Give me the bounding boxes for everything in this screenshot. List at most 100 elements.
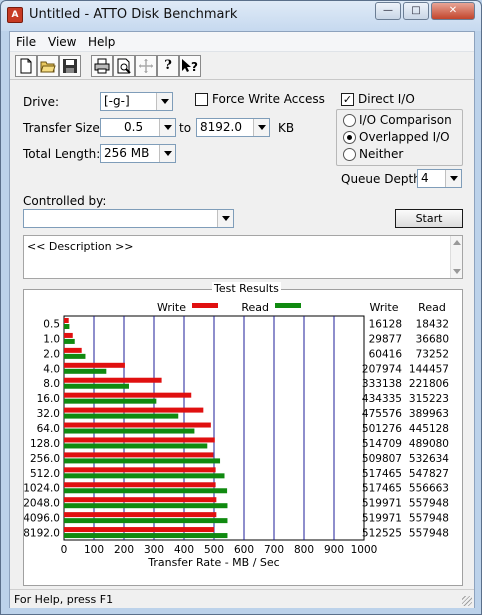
write-value-label: 16128 [369,318,402,330]
chevron-down-icon[interactable] [253,119,269,136]
y-tick-label: 256.0 [30,453,60,465]
bar-read [64,473,225,479]
menu-view[interactable]: View [48,35,76,49]
column-header-write: Write [369,301,398,314]
transfer-max-select[interactable]: 8192.0 [196,118,270,137]
total-length-label: Total Length: [23,147,101,161]
help-icon[interactable]: ? [157,55,179,77]
drive-select[interactable]: [-g-] [100,92,173,111]
force-write-checkbox[interactable] [195,93,208,106]
results-title: Test Results [212,282,281,295]
write-value-label: 514709 [362,438,402,450]
bar-read [64,458,221,464]
read-value-label: 389963 [409,408,449,420]
start-button[interactable]: Start [395,209,463,228]
close-button[interactable]: ✕ [431,2,475,20]
neither-radio[interactable] [343,148,356,161]
menu-file[interactable]: File [16,35,36,49]
move-icon[interactable] [135,55,157,77]
transfer-min-select[interactable]: 0.5 [100,118,176,137]
write-value-label: 519971 [362,498,402,510]
x-tick-label: 0 [61,544,68,556]
drive-label: Drive: [23,95,60,109]
transfer-min-value: 0.5 [124,120,144,134]
title-bar[interactable]: A Untitled - ATTO Disk Benchmark — □ ✕ [1,1,481,31]
maximize-button[interactable]: □ [403,2,429,20]
scroll-down-icon[interactable] [453,269,461,274]
bar-write [64,318,69,323]
total-length-select[interactable]: 256 MB [100,144,176,163]
bar-write [64,452,214,458]
read-value-label: 489080 [409,438,449,450]
chevron-down-icon[interactable] [159,145,175,162]
x-tick-label: 300 [144,544,164,556]
description-textarea[interactable]: << Description >> [23,235,463,279]
bar-write [64,497,217,503]
results-chart: Write Read Write Read 0 100 200 300 400 500 600 700… [23,301,449,569]
y-tick-label: 128.0 [30,438,60,450]
bar-write [64,362,125,368]
y-tick-label: 64.0 [37,423,60,435]
neither-label: Neither [359,147,404,161]
chevron-down-icon[interactable] [217,210,233,227]
y-tick-label: 2048.0 [24,498,60,510]
direct-io-checkbox[interactable]: ✓ [341,93,354,106]
window-title: Untitled - ATTO Disk Benchmark [29,7,238,22]
transfer-max-value: 8192.0 [200,120,242,134]
context-help-icon[interactable]: ? [179,55,201,77]
y-tick-label: 4096.0 [24,513,60,525]
x-tick-label: 200 [114,544,134,556]
print-preview-icon[interactable] [113,55,135,77]
scroll-up-icon[interactable] [453,240,461,245]
chevron-down-icon[interactable] [445,170,461,187]
read-value-label: 73252 [416,348,449,360]
new-icon[interactable] [15,55,37,77]
bar-read [64,503,228,509]
write-value-label: 517465 [362,468,402,480]
bar-read [64,413,179,419]
queue-depth-label: Queue Depth: [341,172,425,186]
menu-help[interactable]: Help [88,35,115,49]
read-value-label: 144457 [409,363,449,375]
read-value-label: 557948 [409,498,449,510]
print-icon[interactable] [91,55,113,77]
svg-text:?: ? [191,60,198,74]
description-scrollbar[interactable] [450,236,462,278]
queue-depth-value: 4 [421,171,429,185]
overlapped-io-label: Overlapped I/O [359,130,450,144]
start-button-label: Start [415,212,443,225]
bar-read [64,353,86,359]
test-results-panel: Test Results Write Read Write Read 0 100 200 30… [23,282,463,586]
minimize-button[interactable]: — [375,2,401,20]
chevron-down-icon[interactable] [156,93,172,110]
bar-read [64,338,75,344]
bar-write [64,392,192,398]
direct-io-label: Direct I/O [358,92,415,106]
open-icon[interactable] [37,55,59,77]
bar-read [64,428,195,434]
write-value-label: 509807 [362,453,402,465]
write-value-label: 60416 [369,348,403,360]
force-write-label: Force Write Access [212,92,325,106]
resize-grip-icon[interactable] [462,596,472,606]
write-value-label: 517465 [362,483,402,495]
drive-value: [-g-] [104,94,130,108]
bar-write [64,407,204,413]
bar-read [64,443,208,449]
x-axis-title: Transfer Rate - MB / Sec [147,556,279,569]
controlled-by-select[interactable] [23,209,234,228]
toolbar: ? ? [10,52,474,80]
bar-write [64,422,211,428]
bar-write [64,377,162,383]
y-tick-label: 512.0 [30,468,60,480]
chevron-down-icon[interactable] [159,119,175,136]
save-icon[interactable] [59,55,81,77]
overlapped-io-radio[interactable] [343,131,356,144]
bar-write [64,347,82,353]
read-value-label: 557948 [409,528,449,540]
queue-depth-select[interactable]: 4 [417,169,462,188]
read-value-label: 18432 [416,318,449,330]
io-comparison-radio[interactable] [343,114,356,127]
read-value-label: 532634 [409,453,449,465]
bar-read [64,368,107,374]
